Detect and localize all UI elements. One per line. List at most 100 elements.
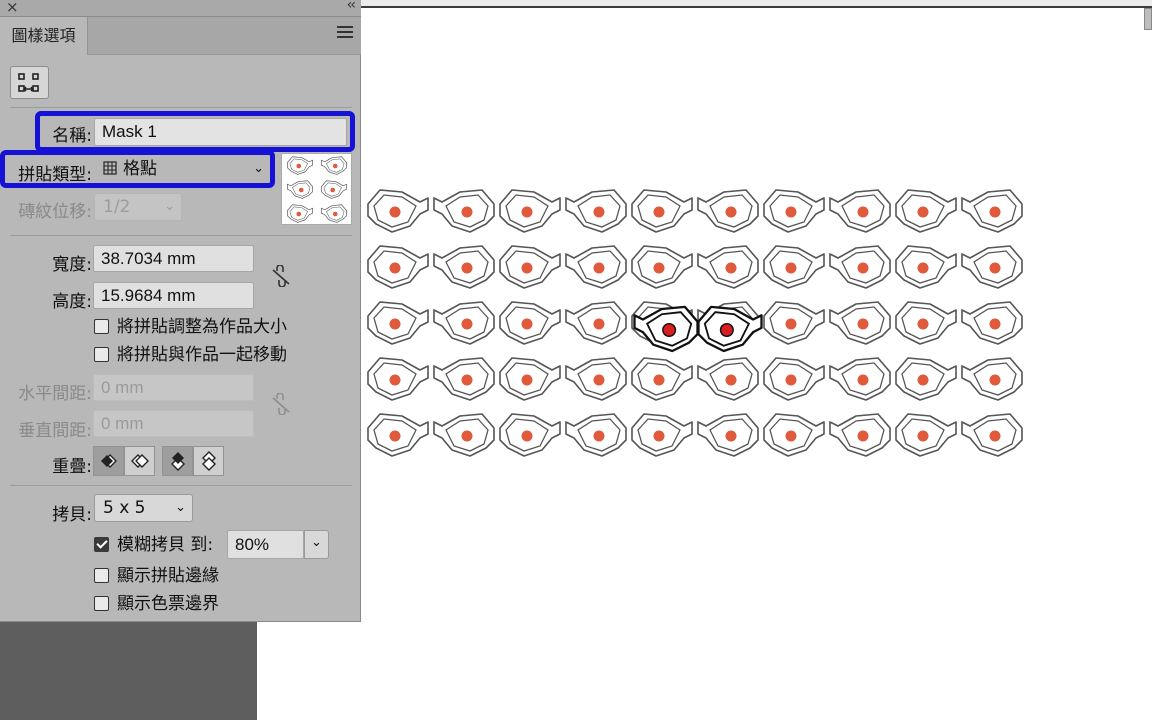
mask-motif[interactable] [895, 189, 957, 233]
mask-motif[interactable] [697, 413, 759, 457]
mask-motif[interactable] [433, 413, 495, 457]
move-tile-with-art-checkbox[interactable] [94, 347, 109, 362]
mask-motif[interactable] [367, 301, 429, 345]
dim-copies-field[interactable]: 80% [227, 530, 304, 559]
scrollbar-handle[interactable] [1144, 8, 1152, 30]
artboard-top-edge [257, 0, 1152, 8]
mask-motif[interactable] [763, 357, 825, 401]
close-icon[interactable]: × [6, 0, 19, 16]
show-tile-edge-option[interactable]: 顯示拼貼邊緣 [94, 565, 219, 587]
size-tile-to-art-option[interactable]: 將拼貼調整為作品大小 [94, 316, 287, 338]
mask-motif[interactable] [961, 413, 1023, 457]
mask-motif[interactable] [829, 245, 891, 289]
pasteboard [0, 622, 256, 720]
mask-motif[interactable] [433, 245, 495, 289]
mask-motif[interactable] [565, 245, 627, 289]
bottom-in-front-icon [201, 451, 216, 471]
mask-motif[interactable] [961, 357, 1023, 401]
mask-motif[interactable] [565, 189, 627, 233]
mask-motif[interactable] [499, 245, 561, 289]
v-spacing-label: 垂直間距: [18, 421, 92, 441]
width-label: 寬度: [52, 255, 92, 275]
mask-motif[interactable] [631, 413, 693, 457]
panel-menu-icon[interactable] [337, 26, 353, 40]
divider [10, 107, 352, 108]
mask-motif[interactable] [433, 301, 495, 345]
mask-motif[interactable] [763, 189, 825, 233]
mask-motif[interactable] [961, 245, 1023, 289]
mask-motif[interactable] [499, 189, 561, 233]
show-swatch-bounds-checkbox[interactable] [94, 596, 109, 611]
size-tile-to-art-checkbox[interactable] [94, 319, 109, 334]
top-in-front-button[interactable] [162, 446, 193, 476]
mask-motif[interactable] [631, 245, 693, 289]
move-tile-with-art-option[interactable]: 將拼貼與作品一起移動 [94, 344, 287, 366]
dim-copies-dropdown-button[interactable]: ⌄ [304, 530, 329, 559]
mask-motif[interactable] [829, 301, 891, 345]
mask-motif[interactable] [895, 245, 957, 289]
right-in-front-button[interactable] [124, 446, 155, 476]
brick-offset-dropdown[interactable]: 1/2 ⌄ [94, 193, 182, 221]
mask-motif[interactable] [763, 245, 825, 289]
height-field[interactable]: 15.9684 mm [93, 282, 254, 309]
mask-motif[interactable] [829, 357, 891, 401]
mask-motif[interactable] [763, 413, 825, 457]
mask-motif[interactable] [367, 357, 429, 401]
pattern-preview[interactable] [362, 180, 1032, 460]
mask-motif[interactable] [829, 189, 891, 233]
mask-motif[interactable] [631, 357, 693, 401]
mask-motif[interactable] [499, 413, 561, 457]
mask-motif[interactable] [697, 189, 759, 233]
mask-motif[interactable] [961, 189, 1023, 233]
mask-motif[interactable] [321, 156, 347, 175]
mask-motif[interactable] [433, 189, 495, 233]
link-spacing-icon[interactable] [271, 393, 291, 415]
dim-copies-checkbox[interactable] [94, 537, 109, 552]
mask-motif[interactable] [763, 301, 825, 345]
mask-motif[interactable] [565, 301, 627, 345]
pattern-tile-tool-button[interactable] [10, 66, 49, 99]
show-tile-edge-checkbox[interactable] [94, 568, 109, 583]
h-spacing-field[interactable]: 0 mm [93, 374, 254, 401]
overlap-horizontal-group [93, 446, 155, 476]
mask-motif[interactable] [287, 180, 313, 199]
mask-motif[interactable] [697, 245, 759, 289]
mask-motif[interactable] [287, 156, 313, 175]
show-swatch-bounds-option[interactable]: 顯示色票邊界 [94, 593, 219, 615]
mask-motif[interactable] [367, 245, 429, 289]
mask-motif[interactable] [287, 204, 313, 223]
mask-motif[interactable] [895, 357, 957, 401]
v-spacing-field[interactable]: 0 mm [93, 410, 254, 437]
mask-motif[interactable] [895, 301, 957, 345]
h-spacing-label: 水平間距: [18, 384, 92, 404]
width-field[interactable]: 38.7034 mm [93, 245, 254, 272]
overlap-label: 重疊: [52, 457, 92, 477]
pattern-options-panel: × ‹‹ 圖樣選項 名稱: Mask 1 拼貼類型: 格點 ⌄ 磚紋位移: 1/… [0, 0, 361, 622]
mask-motif[interactable] [565, 413, 627, 457]
tab-pattern-options[interactable]: 圖樣選項 [0, 17, 88, 55]
mask-motif[interactable] [499, 357, 561, 401]
constrain-proportions-icon[interactable] [271, 265, 291, 287]
dim-copies-option[interactable]: 模糊拷貝 到: [94, 533, 213, 557]
mask-motif[interactable] [367, 189, 429, 233]
show-tile-edge-label: 顯示拼貼邊緣 [117, 566, 219, 586]
divider [10, 485, 352, 486]
mask-motif[interactable] [321, 180, 347, 199]
mask-motif[interactable] [433, 357, 495, 401]
mask-motif[interactable] [367, 413, 429, 457]
mask-motif[interactable] [565, 357, 627, 401]
size-tile-to-art-label: 將拼貼調整為作品大小 [117, 317, 287, 337]
mask-motif[interactable] [961, 301, 1023, 345]
mask-motif[interactable] [631, 189, 693, 233]
mask-motif[interactable] [895, 413, 957, 457]
mask-motif[interactable] [697, 357, 759, 401]
left-in-front-button[interactable] [93, 446, 124, 476]
bottom-in-front-button[interactable] [193, 446, 224, 476]
height-label: 高度: [52, 292, 92, 312]
top-in-front-icon [170, 452, 185, 471]
collapse-icon[interactable]: ‹‹ [347, 0, 356, 13]
copies-dropdown[interactable]: 5 x 5 ⌄ [94, 494, 193, 522]
mask-motif[interactable] [829, 413, 891, 457]
mask-motif[interactable] [499, 301, 561, 345]
mask-motif[interactable] [321, 204, 347, 223]
